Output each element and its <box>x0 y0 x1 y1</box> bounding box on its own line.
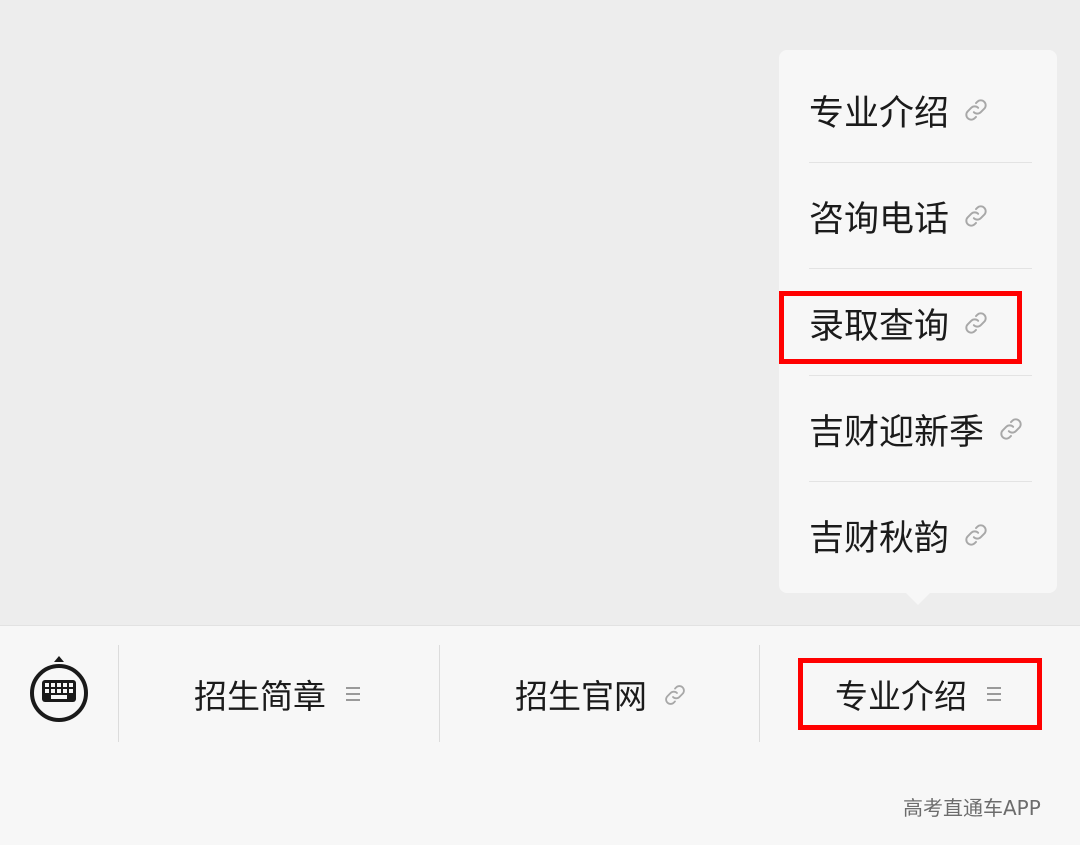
submenu-item-major-intro[interactable]: 专业介绍 <box>779 57 1057 163</box>
menu-button-label: 招生简章 <box>194 676 326 716</box>
submenu-item-autumn[interactable]: 吉财秋韵 <box>779 482 1057 588</box>
submenu-item-welcome-season[interactable]: 吉财迎新季 <box>779 376 1057 482</box>
highlight-major-intro-button <box>798 658 1042 730</box>
menu-lines-icon <box>342 683 364 705</box>
submenu-divider <box>809 268 1032 269</box>
submenu-item-label: 专业介绍 <box>809 93 950 134</box>
submenu-item-label: 吉财秋韵 <box>809 518 950 559</box>
menu-button-official-site[interactable]: 招生官网 <box>440 645 760 742</box>
link-icon <box>963 97 989 123</box>
submenu-item-label: 咨询电话 <box>809 199 950 240</box>
menu-button-admission-brochure[interactable]: 招生简章 <box>119 645 439 742</box>
submenu-item-phone[interactable]: 咨询电话 <box>779 163 1057 269</box>
link-icon <box>963 203 989 229</box>
submenu-pointer <box>905 592 931 605</box>
link-icon <box>963 522 989 548</box>
keyboard-toggle-button[interactable] <box>28 655 90 725</box>
link-icon <box>998 416 1024 442</box>
watermark-text: 高考直通车APP <box>903 796 1041 820</box>
keyboard-icon <box>28 656 90 729</box>
menu-button-label: 招生官网 <box>515 676 647 716</box>
link-icon <box>663 683 685 705</box>
submenu-item-label: 吉财迎新季 <box>809 412 985 453</box>
highlight-admission-query <box>779 291 1022 364</box>
app-screen: 专业介绍 咨询电话 录取查询 吉财迎新季 吉财秋韵 招生简章 招生官网 专业介绍… <box>0 0 1080 845</box>
